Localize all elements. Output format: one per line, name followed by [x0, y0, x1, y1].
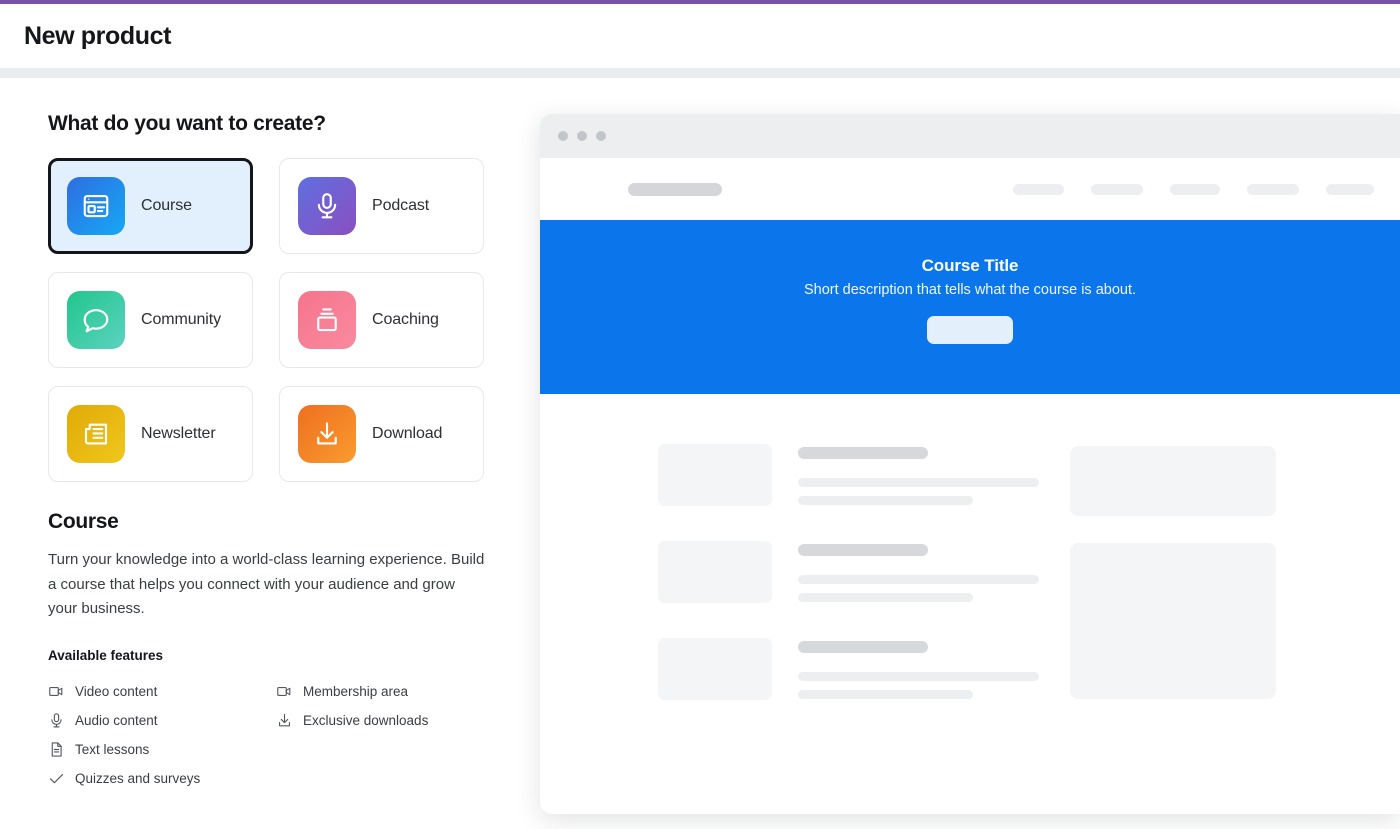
chat-bubble-icon: [67, 291, 125, 349]
nav-link-placeholders: [1013, 183, 1374, 195]
product-type-card-newsletter[interactable]: Newsletter: [48, 386, 253, 482]
download-arrow-icon: [276, 712, 293, 729]
page-header: New product: [0, 4, 1400, 68]
window-dot-maximize-icon: [596, 131, 606, 141]
skeleton-row: [658, 638, 1039, 708]
product-type-label: Download: [372, 425, 443, 442]
product-type-card-course[interactable]: Course: [48, 158, 253, 254]
skeleton-title-bar: [798, 641, 928, 653]
microphone-icon: [48, 712, 65, 729]
product-type-card-download[interactable]: Download: [279, 386, 484, 482]
feature-item: Video content: [48, 677, 276, 706]
presentation-icon: [298, 291, 356, 349]
nav-link-placeholder: [1326, 183, 1374, 195]
header-divider: [0, 68, 1400, 78]
newspaper-icon: [67, 405, 125, 463]
detail-description: Turn your knowledge into a world-class l…: [48, 551, 485, 617]
microphone-icon: [298, 177, 356, 235]
preview-hero: Course Title Short description that tell…: [540, 220, 1400, 394]
product-type-label: Coaching: [372, 311, 439, 328]
window-dot-minimize-icon: [577, 131, 587, 141]
skeleton-side-box: [1070, 446, 1276, 516]
detail-title: Course: [48, 510, 119, 533]
features-grid: Video content Audio content Text lessons…: [48, 677, 500, 793]
skeleton-thumbnail: [658, 444, 772, 506]
skeleton-title-bar: [798, 447, 928, 459]
product-type-card-community[interactable]: Community: [48, 272, 253, 368]
feature-item: Text lessons: [48, 735, 276, 764]
feature-label: Quizzes and surveys: [75, 770, 201, 786]
feature-label: Audio content: [75, 712, 158, 728]
skeleton-side-box: [1070, 543, 1276, 699]
logo-placeholder: [628, 182, 722, 196]
content-area: What do you want to create? Course Podca…: [0, 78, 1400, 829]
preview-body: [540, 394, 1400, 735]
feature-item: Quizzes and surveys: [48, 764, 276, 793]
feature-label: Video content: [75, 683, 158, 699]
product-type-label: Podcast: [372, 197, 430, 214]
product-type-panel: What do you want to create? Course Podca…: [0, 78, 540, 829]
section-question: What do you want to create?: [48, 112, 326, 135]
skeleton-text-block: [798, 444, 1039, 514]
skeleton-thumbnail: [658, 638, 772, 700]
page-title: New product: [24, 21, 171, 50]
skeleton-row: [658, 444, 1039, 514]
feature-item: Audio content: [48, 706, 276, 735]
product-type-label: Course: [141, 197, 192, 214]
skeleton-line: [798, 478, 1039, 487]
feature-item: Membership area: [276, 677, 504, 706]
browser-chrome: [540, 114, 1400, 158]
skeleton-line: [798, 575, 1039, 584]
hero-description: Short description that tells what the co…: [803, 282, 1137, 298]
video-camera-icon: [48, 683, 65, 700]
skeleton-thumbnail: [658, 541, 772, 603]
skeleton-line: [798, 672, 1039, 681]
product-type-card-podcast[interactable]: Podcast: [279, 158, 484, 254]
hero-cta-button-placeholder[interactable]: [927, 316, 1013, 344]
course-window-icon: [67, 177, 125, 235]
check-icon: [48, 770, 65, 787]
hero-title: Course Title: [921, 256, 1019, 275]
feature-label: Membership area: [303, 683, 409, 699]
feature-item: Exclusive downloads: [276, 706, 504, 735]
document-icon: [48, 741, 65, 758]
skeleton-title-bar: [798, 544, 928, 556]
product-type-card-coaching[interactable]: Coaching: [279, 272, 484, 368]
product-type-label: Newsletter: [141, 425, 216, 442]
product-type-label: Community: [141, 311, 222, 328]
skeleton-line: [798, 593, 973, 602]
browser-preview-frame: Course Title Short description that tell…: [540, 114, 1400, 814]
nav-link-placeholder: [1013, 183, 1064, 195]
product-type-grid: Course Podcast Community Coaching Newsle…: [48, 158, 500, 482]
skeleton-text-block: [798, 638, 1039, 708]
download-arrow-icon: [298, 405, 356, 463]
feature-label: Exclusive downloads: [303, 712, 429, 728]
preview-content-list: [658, 444, 1039, 735]
window-dot-close-icon: [558, 131, 568, 141]
preview-site-nav: [540, 158, 1400, 220]
preview-sidebar: [1070, 444, 1276, 735]
feature-label: Text lessons: [75, 741, 150, 757]
skeleton-line: [798, 690, 973, 699]
preview-panel: Course Title Short description that tell…: [540, 78, 1400, 829]
nav-link-placeholder: [1247, 183, 1299, 195]
nav-link-placeholder: [1091, 183, 1143, 195]
nav-link-placeholder: [1170, 183, 1220, 195]
video-camera-icon: [276, 683, 293, 700]
skeleton-row: [658, 541, 1039, 611]
skeleton-line: [798, 496, 973, 505]
features-heading: Available features: [48, 647, 164, 663]
skeleton-text-block: [798, 541, 1039, 611]
